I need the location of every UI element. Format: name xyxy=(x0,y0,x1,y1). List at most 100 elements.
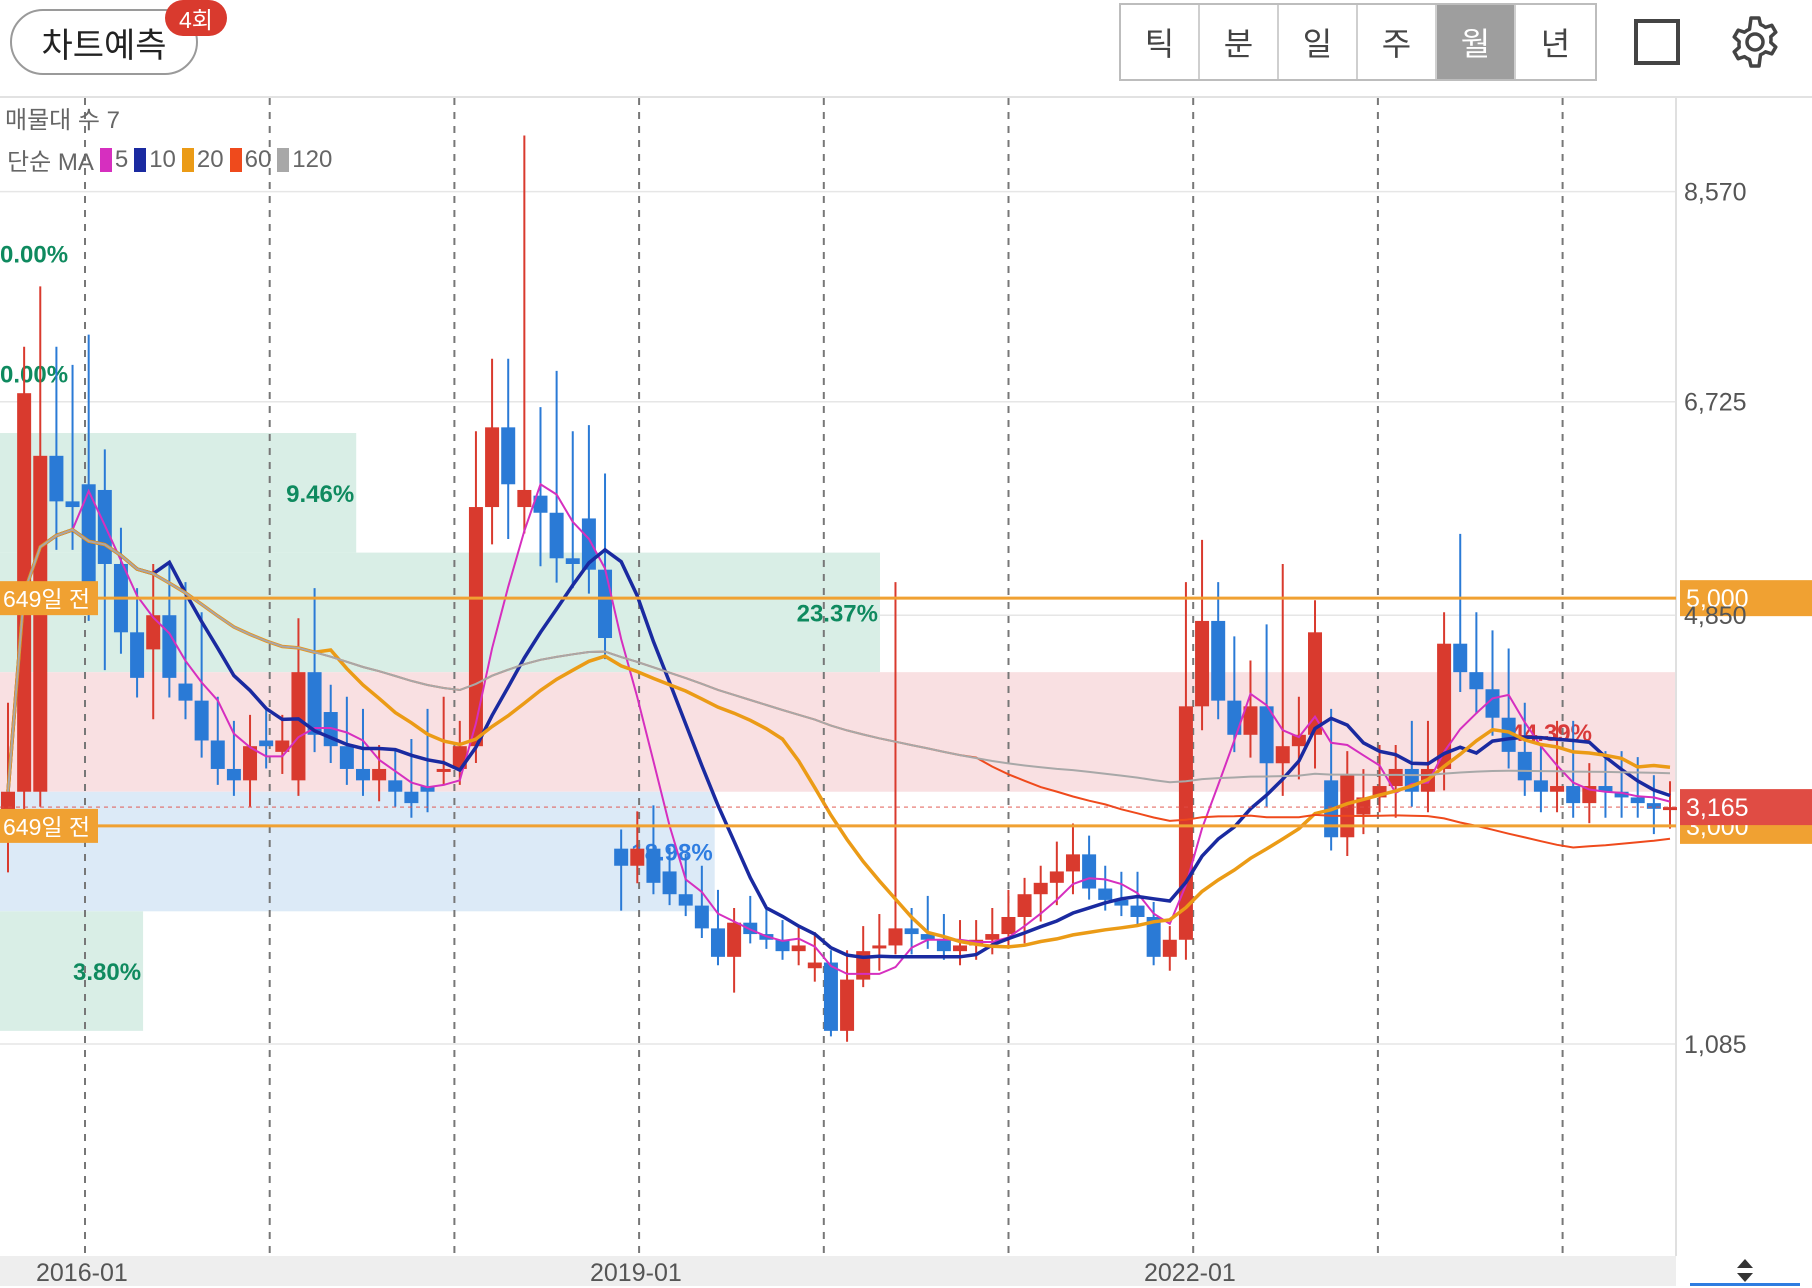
ma-20-label: 20 xyxy=(196,145,224,173)
candle-body xyxy=(1227,700,1242,735)
ma-10-label: 10 xyxy=(149,145,176,173)
candle-body xyxy=(807,962,822,969)
candle-body xyxy=(372,768,387,781)
candle-body xyxy=(468,507,483,747)
y-tick-label: 1,085 xyxy=(1684,1031,1747,1059)
candle-body xyxy=(888,928,903,946)
scroll-arrows-icon[interactable] xyxy=(1690,1256,1800,1286)
candle-body xyxy=(1049,871,1064,883)
candle-body xyxy=(1566,786,1581,804)
ma-10-swatch xyxy=(134,147,147,172)
ma-120-swatch xyxy=(277,147,290,172)
candle-body xyxy=(194,700,209,741)
candle-body xyxy=(485,427,500,508)
candle-body xyxy=(1065,854,1080,872)
candle-body xyxy=(1195,620,1210,707)
candle-body xyxy=(694,905,709,929)
candle-body xyxy=(840,979,855,1031)
candle-body xyxy=(259,740,274,747)
x-tick-label: 2022-01 xyxy=(1144,1259,1236,1287)
ma-60-label: 60 xyxy=(244,145,272,173)
candle-body xyxy=(1162,939,1177,957)
gear-icon[interactable] xyxy=(1727,14,1783,70)
time-axis-bar[interactable] xyxy=(0,1256,1676,1286)
candle-body xyxy=(404,791,419,804)
volume-profile-percent: 0.00% xyxy=(0,242,68,269)
candle-body xyxy=(436,768,451,772)
fullscreen-icon[interactable] xyxy=(1633,18,1681,66)
candle-body xyxy=(872,945,887,949)
candle-body xyxy=(549,512,564,559)
candle-body xyxy=(243,746,258,781)
y-tick-label: 4,850 xyxy=(1684,602,1747,630)
candle-body xyxy=(1517,751,1532,781)
x-tick-label: 2016-01 xyxy=(36,1259,128,1287)
candle-body xyxy=(1130,905,1145,917)
y-tick-label: 8,570 xyxy=(1684,179,1747,207)
candle-body xyxy=(1469,672,1484,690)
ma-20-swatch xyxy=(181,147,194,172)
candle-body xyxy=(501,427,516,485)
candle-body xyxy=(1082,854,1097,889)
candle-body xyxy=(727,922,742,957)
candle-body xyxy=(1098,888,1113,900)
reference-line-left-label: 649일 전 xyxy=(3,814,90,840)
candle-body xyxy=(291,672,306,781)
candle-body xyxy=(662,871,677,895)
period-tick-button[interactable]: 틱 xyxy=(1121,5,1200,79)
ma-120-label: 120 xyxy=(292,145,333,173)
candle-body xyxy=(339,746,354,769)
volume-profile-percent: 3.80% xyxy=(73,959,141,986)
predict-count-badge: 4회 xyxy=(165,0,227,36)
period-selector: 틱 분 일 주 월 년 xyxy=(1119,3,1597,81)
candle-body xyxy=(1630,797,1645,804)
candle-body xyxy=(953,945,968,952)
candle-body xyxy=(517,489,532,508)
candle-body xyxy=(630,848,645,866)
period-minute-button[interactable]: 분 xyxy=(1200,5,1279,79)
candle-body xyxy=(646,848,661,883)
chart-predict-label: 차트예측 xyxy=(41,26,167,65)
candle-body xyxy=(65,501,80,508)
reference-line-left-label: 649일 전 xyxy=(3,586,90,612)
candle-body xyxy=(936,939,951,952)
candle-body xyxy=(1033,882,1048,895)
candle-body xyxy=(985,934,1000,940)
period-month-button[interactable]: 월 xyxy=(1437,5,1516,79)
candle-body xyxy=(388,780,403,792)
candle-body xyxy=(1646,803,1661,809)
ma-60-swatch xyxy=(229,147,242,172)
period-year-button[interactable]: 년 xyxy=(1516,5,1595,79)
candle-body xyxy=(1001,916,1016,935)
period-week-button[interactable]: 주 xyxy=(1358,5,1437,79)
candle-body xyxy=(1259,706,1274,764)
candle-body xyxy=(904,928,919,935)
candle-body xyxy=(146,615,161,650)
volume-profile-band xyxy=(0,791,715,912)
candle-body xyxy=(598,569,613,639)
candle-body xyxy=(226,768,241,781)
period-day-button[interactable]: 일 xyxy=(1279,5,1358,79)
candle-body xyxy=(823,962,838,1031)
ma-legend-label: 단순 MA xyxy=(7,149,94,176)
volume-profile-legend: 매물대 수 7 xyxy=(5,107,121,134)
candle-body xyxy=(1275,746,1290,764)
candle-body xyxy=(565,558,580,564)
candle-body xyxy=(1533,780,1548,792)
candle-body xyxy=(791,945,806,952)
top-toolbar: 차트예측 4회 틱 분 일 주 월 년 xyxy=(0,0,1812,98)
ma-5-swatch xyxy=(99,147,112,172)
ma-5-label: 5 xyxy=(114,145,129,173)
candle-body xyxy=(678,894,693,906)
volume-profile-percent: 0.00% xyxy=(0,361,68,388)
candle-body xyxy=(614,848,629,866)
volume-profile-percent: 23.37% xyxy=(797,600,878,627)
x-tick-label: 2019-01 xyxy=(590,1259,682,1287)
candle-body xyxy=(1308,632,1323,735)
candle-body xyxy=(33,455,48,792)
candle-body xyxy=(1211,620,1226,701)
candle-body xyxy=(178,683,193,701)
candle-body xyxy=(710,928,725,957)
price-chart[interactable]: 9.46%23.37%44.39%18.98%3.80%0.00%0.00%64… xyxy=(0,98,1812,1256)
current-price-label: 3,165 xyxy=(1686,794,1749,822)
